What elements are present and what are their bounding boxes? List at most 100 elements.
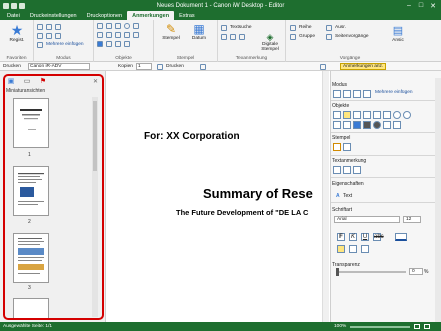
rp-polygon-icon[interactable]: [383, 111, 391, 119]
document-scrollbar[interactable]: [322, 71, 329, 322]
transparency-slider[interactable]: [336, 268, 406, 276]
rp-arrow-icon[interactable]: [363, 111, 371, 119]
rp-textbox-icon[interactable]: [333, 111, 341, 119]
tab-anmerkungen[interactable]: Anmerkungen: [127, 11, 175, 20]
underline-format-icon[interactable]: U: [361, 233, 369, 241]
textsuche-button[interactable]: Textsuche: [230, 25, 252, 30]
rp-underline-icon[interactable]: [343, 166, 351, 174]
arrow-icon[interactable]: [106, 32, 112, 38]
rp-line-icon[interactable]: [353, 111, 361, 119]
seitenvorgaenge-button[interactable]: Seitenvorgänge: [335, 34, 369, 39]
annotation-select-icon[interactable]: [46, 33, 52, 39]
rp-fill-icon[interactable]: [353, 121, 361, 129]
printer-icon[interactable]: [157, 63, 163, 70]
transparency-input[interactable]: 0: [409, 268, 423, 275]
tab-extras[interactable]: Extras: [174, 11, 200, 20]
printer-select[interactable]: Canon iR-ADV: [28, 63, 90, 70]
link-icon[interactable]: [106, 41, 112, 47]
polygon-icon[interactable]: [133, 23, 139, 29]
drucken-label: Drucken: [3, 63, 21, 69]
seitenvorgaenge-icon[interactable]: [326, 34, 332, 40]
fit-page-icon[interactable]: [414, 324, 420, 329]
pen-icon[interactable]: [97, 32, 103, 38]
font-family-select[interactable]: Arial: [334, 216, 400, 223]
font-color-icon[interactable]: [395, 233, 407, 241]
close-button[interactable]: ✕: [427, 2, 439, 10]
ansicht-button[interactable]: ▤ Ansic: [386, 24, 410, 43]
ellipse-icon[interactable]: [124, 23, 130, 29]
drucken-button[interactable]: Drucken: [166, 64, 184, 69]
reihe-icon[interactable]: [290, 25, 296, 31]
rp-pen-icon[interactable]: [333, 121, 341, 129]
select-icon[interactable]: [37, 24, 43, 30]
minimize-button[interactable]: –: [403, 2, 415, 9]
ausrichten-button[interactable]: Ausr.: [335, 25, 346, 30]
rp-rectangle-icon[interactable]: [373, 111, 381, 119]
fill-color-icon[interactable]: [97, 41, 103, 47]
rp-hand-icon[interactable]: [343, 90, 351, 98]
transparency-slider-thumb[interactable]: [336, 268, 339, 276]
rp-image-icon[interactable]: [393, 121, 401, 129]
tab-druckoptionen[interactable]: Druckoptionen: [82, 11, 127, 20]
text-highlight-icon[interactable]: [239, 34, 245, 40]
line-icon[interactable]: [115, 23, 121, 29]
rp-text-search-icon[interactable]: [333, 166, 341, 174]
image-icon[interactable]: [115, 41, 121, 47]
align-right-icon[interactable]: [361, 245, 369, 253]
tab-druckeinstellungen[interactable]: Druckeinstellungen: [25, 11, 82, 20]
tab-datei[interactable]: Datei: [2, 11, 25, 20]
rp-filled-circle-icon[interactable]: [373, 121, 381, 129]
rp-select-icon[interactable]: [333, 90, 341, 98]
strikethrough-icon[interactable]: abc: [373, 233, 384, 241]
crop-icon[interactable]: [37, 42, 43, 48]
rp-area-icon[interactable]: [363, 90, 371, 98]
reihe-button[interactable]: Reihe: [299, 25, 312, 30]
rp-strikeout-icon[interactable]: [353, 166, 361, 174]
textbox-icon[interactable]: [97, 23, 103, 29]
rp-text-select-icon[interactable]: [353, 90, 361, 98]
italic-icon[interactable]: K: [349, 233, 357, 241]
rp-link-icon[interactable]: [383, 121, 391, 129]
textsuche-icon[interactable]: [221, 25, 227, 31]
rp-polyline-icon[interactable]: [343, 121, 351, 129]
font-size-select[interactable]: 12: [403, 216, 421, 223]
ausrichten-icon[interactable]: [326, 25, 332, 31]
document-view[interactable]: For: XX Corporation Summary of Rese The …: [105, 71, 329, 322]
gruppe-button[interactable]: Gruppe: [299, 34, 315, 39]
properties-scrollbar[interactable]: [435, 78, 441, 322]
rp-filled-rect-icon[interactable]: [363, 121, 371, 129]
anmerkungen-anzeigen-button[interactable]: Anmerkungen anz.: [340, 63, 387, 70]
fit-width-icon[interactable]: [424, 324, 430, 329]
digitale-stempel-button[interactable]: ◈ Digitale Stempel: [256, 32, 284, 52]
gruppe-icon[interactable]: [290, 34, 296, 40]
print-preview-icon[interactable]: [200, 63, 206, 70]
align-center-icon[interactable]: [349, 245, 357, 253]
maximize-button[interactable]: □: [415, 2, 427, 9]
rp-mehrere-einfuegen[interactable]: Mehrere einfügen: [373, 90, 419, 97]
rp-highlight-icon[interactable]: [343, 111, 351, 119]
mehrere-einfuegen-button[interactable]: Mehrere einfügen: [46, 42, 84, 47]
polyline-icon[interactable]: [133, 32, 139, 38]
register-button[interactable]: ★ Regist.: [6, 22, 28, 43]
rp-date-stamp-icon[interactable]: [343, 143, 351, 151]
rp-circle-icon[interactable]: [403, 111, 411, 119]
text-select-icon[interactable]: [55, 24, 61, 30]
underline-icon[interactable]: [221, 34, 227, 40]
highlight-icon[interactable]: [106, 23, 112, 29]
hand-icon[interactable]: [46, 24, 52, 30]
area-select-icon[interactable]: [55, 33, 61, 39]
strikeout-icon[interactable]: [230, 34, 236, 40]
rp-ellipse-icon[interactable]: [393, 111, 401, 119]
watermark-icon[interactable]: [124, 41, 130, 47]
rp-stamp-icon[interactable]: [333, 143, 341, 151]
annotation-list-icon[interactable]: [320, 63, 326, 70]
align-left-icon[interactable]: [337, 245, 345, 253]
zoom-slider[interactable]: [350, 325, 410, 328]
bold-icon[interactable]: F: [337, 233, 345, 241]
zoom-icon[interactable]: [37, 33, 43, 39]
stempel-button[interactable]: ✎ Stempel: [157, 22, 185, 41]
kopien-input[interactable]: 1: [136, 63, 152, 70]
datum-button[interactable]: ▦ Datum: [185, 22, 213, 41]
circle-icon[interactable]: [124, 32, 130, 38]
rectangle-icon[interactable]: [115, 32, 121, 38]
